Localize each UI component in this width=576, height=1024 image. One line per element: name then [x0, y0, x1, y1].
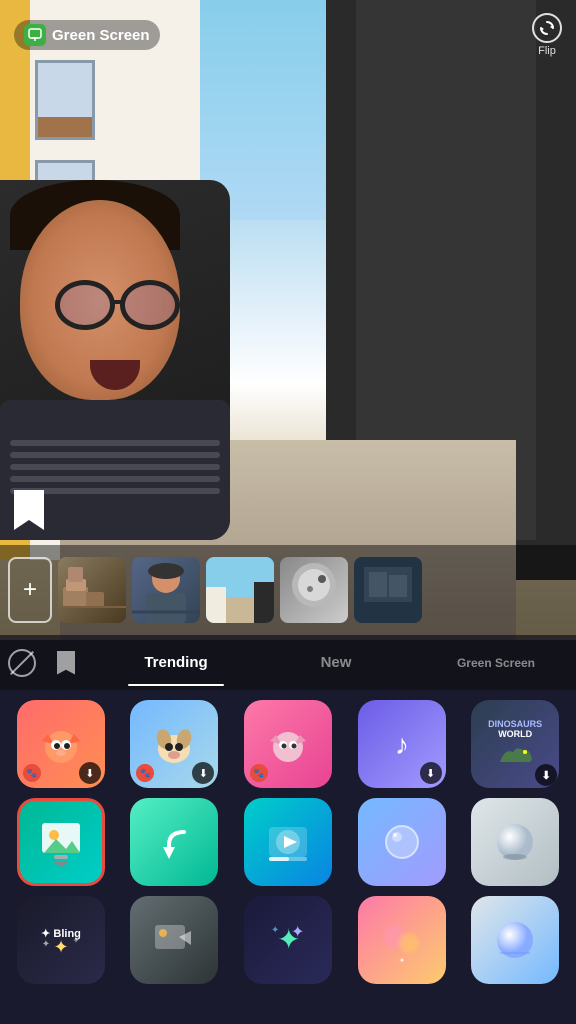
app-cat-fox[interactable]: 🐾 ⬇ — [8, 700, 114, 788]
download-badge: ⬇ — [79, 762, 101, 784]
app-bubble-icon — [358, 798, 446, 886]
app-cat2[interactable]: 🐾 — [235, 700, 341, 788]
svg-text:♪: ♪ — [395, 729, 409, 760]
thumbnail-3[interactable] — [206, 557, 274, 623]
thumbnail-2[interactable] — [132, 557, 200, 623]
app-bling[interactable]: ✦ Bling ✦ ✦ ✦ — [8, 896, 114, 984]
app-img-fly-icon — [130, 896, 218, 984]
flip-label: Flip — [538, 45, 556, 57]
block-icon — [8, 649, 36, 677]
thumbnail-5[interactable] — [354, 557, 422, 623]
app-dog[interactable]: 🐾 ⬇ — [122, 700, 228, 788]
tab-bookmark-icon — [57, 651, 75, 675]
paw-badge: 🐾 — [23, 764, 41, 782]
thumbnail-strip: + — [0, 545, 576, 635]
thumbnail-4[interactable] — [280, 557, 348, 623]
tab-new[interactable]: New — [256, 635, 416, 690]
app-bling-icon: ✦ Bling ✦ ✦ ✦ — [17, 896, 105, 984]
tab-bar: Trending New Green Screen — [0, 635, 576, 690]
app-img-downloader[interactable] — [8, 798, 114, 886]
green-screen-label: Green Screen — [52, 27, 150, 44]
download-badge-2: ⬇ — [192, 762, 214, 784]
app-bubble[interactable] — [349, 798, 455, 886]
tab-greenscreen[interactable]: Green Screen — [416, 635, 576, 690]
app-music-icon: ♪ ⬇ — [358, 700, 446, 788]
app-music[interactable]: ♪ ⬇ — [349, 700, 455, 788]
camera-view — [0, 0, 576, 640]
thumbnail-1[interactable] — [58, 557, 126, 623]
tab-trending-label: Trending — [144, 654, 207, 671]
app-dog-icon: 🐾 ⬇ — [130, 700, 218, 788]
app-blur-pink[interactable]: ✦ — [349, 896, 455, 984]
app-sparkle-icon: ✦ ✦ ✦ — [244, 896, 332, 984]
add-media-button[interactable]: + — [8, 557, 52, 623]
app-sphere2[interactable] — [462, 896, 568, 984]
bookmark-icon — [14, 490, 44, 530]
app-grid-area: 🐾 ⬇ 🐾 ⬇ — [0, 690, 576, 1024]
tab-greenscreen-label: Green Screen — [457, 656, 535, 670]
svg-text:✦: ✦ — [291, 924, 304, 941]
app-cat2-icon: 🐾 — [244, 700, 332, 788]
app-grid-row1: 🐾 ⬇ 🐾 ⬇ — [0, 690, 576, 798]
app-video-icon — [244, 798, 332, 886]
bookmark-button[interactable] — [14, 490, 50, 534]
tab-trending[interactable]: Trending — [96, 635, 256, 690]
app-img-fly[interactable] — [122, 896, 228, 984]
flip-button[interactable]: Flip — [532, 13, 562, 57]
app-sphere2-icon — [471, 896, 559, 984]
flip-icon — [532, 13, 562, 43]
green-screen-icon — [24, 24, 46, 46]
app-sphere[interactable] — [462, 798, 568, 886]
app-dino-icon: DINOSAURS WORLD ⬇ — [471, 700, 559, 788]
tab-block-button[interactable] — [0, 635, 44, 690]
app-video-player[interactable] — [235, 798, 341, 886]
app-sphere-icon — [471, 798, 559, 886]
app-arrow-icon — [130, 798, 218, 886]
app-arrow-back[interactable] — [122, 798, 228, 886]
green-screen-badge: Green Screen — [14, 20, 160, 50]
download-badge-music: ⬇ — [420, 762, 442, 784]
paw-badge-2: 🐾 — [136, 764, 154, 782]
top-bar: Green Screen Flip — [0, 10, 576, 60]
svg-text:✦: ✦ — [72, 936, 79, 945]
selfie-overlay — [0, 180, 230, 540]
paw-badge-3: 🐾 — [250, 764, 268, 782]
tab-new-label: New — [321, 654, 352, 671]
svg-text:✦: ✦ — [271, 925, 279, 936]
tab-trending-underline — [128, 684, 224, 686]
app-blur-icon: ✦ — [358, 896, 446, 984]
app-cat-fox-icon: 🐾 ⬇ — [17, 700, 105, 788]
download-badge-dino: ⬇ — [535, 764, 557, 786]
svg-text:✦: ✦ — [53, 937, 68, 957]
svg-text:✦: ✦ — [398, 956, 405, 965]
app-grid-row2 — [0, 798, 576, 896]
app-sparkle[interactable]: ✦ ✦ ✦ — [235, 896, 341, 984]
app-grid-row3: ✦ Bling ✦ ✦ ✦ ✦ ✦ — [0, 896, 576, 994]
tab-bookmark-button[interactable] — [44, 635, 88, 690]
app-dino[interactable]: DINOSAURS WORLD ⬇ — [462, 700, 568, 788]
svg-text:✦: ✦ — [42, 939, 50, 950]
app-img-downloader-icon — [17, 798, 105, 886]
